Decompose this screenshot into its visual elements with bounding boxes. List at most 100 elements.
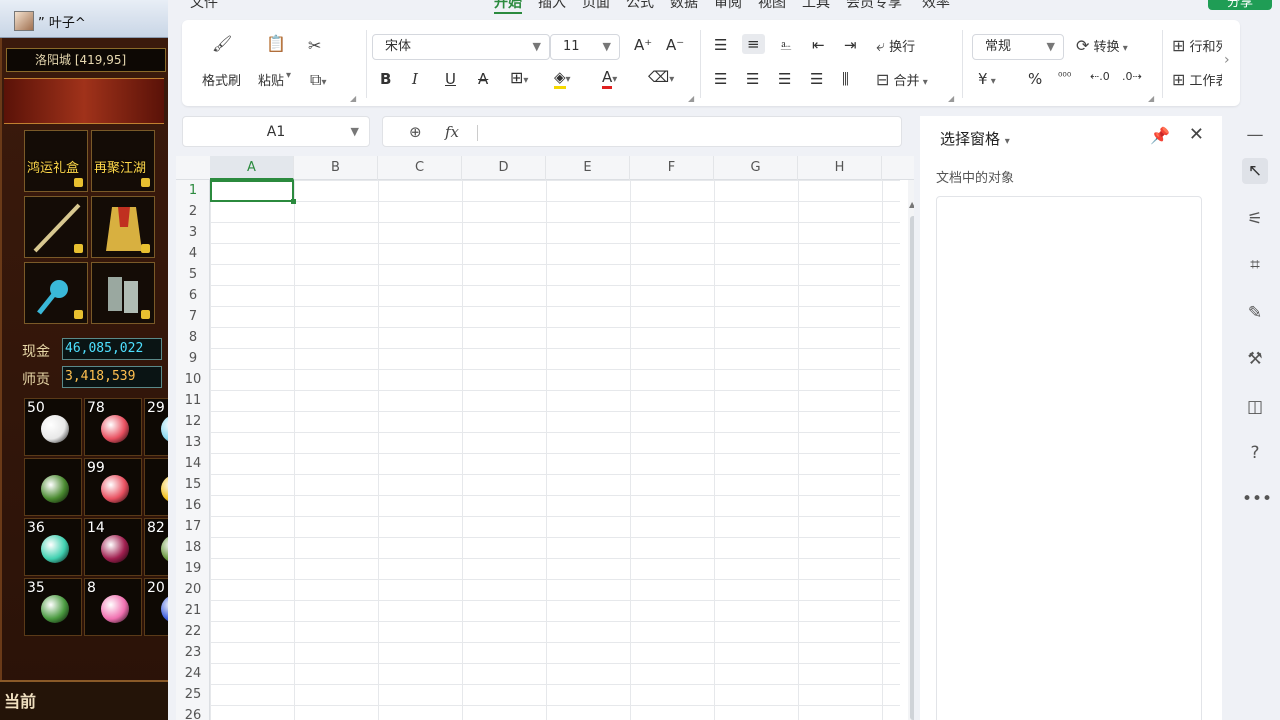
row-header-15[interactable]: 15 (176, 474, 210, 495)
number-format-select[interactable]: 常规 ▼ (972, 34, 1064, 60)
pointer-icon[interactable]: ↖ (1242, 158, 1268, 184)
inventory-slot[interactable] (144, 458, 168, 516)
inventory-slot[interactable]: 14 (84, 518, 142, 576)
equip-slot-boots[interactable] (91, 262, 155, 324)
increase-decimal-icon[interactable]: ⇠.0 (1090, 70, 1110, 83)
font-color-icon[interactable]: A▾ (602, 68, 617, 89)
row-header-23[interactable]: 23 (176, 642, 210, 663)
row-header-4[interactable]: 4 (176, 243, 210, 264)
column-header-d[interactable]: D (462, 156, 546, 180)
scroll-thumb[interactable] (910, 216, 914, 720)
menu-member[interactable]: 会员专享 (846, 0, 902, 12)
row-header-20[interactable]: 20 (176, 579, 210, 600)
row-header-19[interactable]: 19 (176, 558, 210, 579)
italic-icon[interactable]: I (412, 70, 418, 88)
inventory-slot[interactable]: 29 (144, 398, 168, 456)
font-size-select[interactable]: 11 ▼ (550, 34, 620, 60)
align-bottom-icon[interactable]: ⎁ (780, 36, 792, 54)
column-header-c[interactable]: C (378, 156, 462, 180)
align-middle-icon[interactable]: ≡ (742, 34, 765, 54)
row-header-14[interactable]: 14 (176, 453, 210, 474)
inventory-slot[interactable]: 50 (24, 398, 82, 456)
gift-box-slot-1[interactable]: 鸿运礼盒 (24, 130, 88, 192)
row-col-button[interactable]: ⊞ 行和列 (1172, 36, 1222, 55)
justify-icon[interactable]: ☰ (810, 70, 823, 88)
tools-icon[interactable]: ⚒ (1242, 346, 1268, 372)
game-titlebar[interactable]: ” 叶子^ (0, 0, 168, 38)
underline-icon[interactable]: U (445, 70, 456, 88)
row-header-2[interactable]: 2 (176, 201, 210, 222)
currency-button[interactable]: ¥ ▾ (978, 70, 996, 88)
close-icon[interactable]: ✕ (1189, 124, 1204, 145)
more-icon[interactable]: ••• (1242, 486, 1272, 512)
number-launcher-icon[interactable]: ◢ (1148, 94, 1154, 103)
row-header-5[interactable]: 5 (176, 264, 210, 285)
strikethrough-icon[interactable]: A (478, 70, 488, 88)
row-header-10[interactable]: 10 (176, 369, 210, 390)
row-header-9[interactable]: 9 (176, 348, 210, 369)
fill-handle[interactable] (291, 199, 296, 204)
column-header-f[interactable]: F (630, 156, 714, 180)
inventory-slot[interactable]: 99 (84, 458, 142, 516)
cut-icon[interactable]: ✂ (308, 36, 321, 55)
format-painter-label[interactable]: 格式刷 (202, 70, 241, 89)
gift-box-slot-2[interactable]: 再聚江湖 (91, 130, 155, 192)
menu-insert[interactable]: 插入 (538, 0, 566, 12)
paste-icon[interactable]: 📋 (266, 34, 286, 53)
row-header-11[interactable]: 11 (176, 390, 210, 411)
scroll-up-icon[interactable]: ▲ (909, 200, 914, 209)
paste-button[interactable]: 粘贴 (258, 70, 284, 89)
row-header-8[interactable]: 8 (176, 327, 210, 348)
menu-view[interactable]: 视图 (758, 0, 786, 12)
menu-tools[interactable]: 工具 (802, 0, 830, 12)
fx-icon[interactable]: fx (445, 123, 459, 141)
indent-decrease-icon[interactable]: ⇤ (812, 36, 825, 54)
decrease-decimal-icon[interactable]: .0⇢ (1122, 70, 1142, 83)
row-header-22[interactable]: 22 (176, 621, 210, 642)
inventory-slot[interactable]: 78 (84, 398, 142, 456)
increase-font-icon[interactable]: A⁺ (634, 36, 652, 54)
vertical-scrollbar[interactable]: ▲ (908, 180, 914, 720)
active-cell[interactable] (210, 180, 296, 204)
menu-page[interactable]: 页面 (582, 0, 610, 12)
style-icon[interactable]: ✎ (1242, 300, 1268, 326)
column-header-b[interactable]: B (294, 156, 378, 180)
formula-input[interactable]: ⊕ fx (382, 116, 902, 147)
column-header-a[interactable]: A (210, 156, 294, 180)
column-header-g[interactable]: G (714, 156, 798, 180)
column-header-e[interactable]: E (546, 156, 630, 180)
menu-data[interactable]: 数据 (670, 0, 698, 12)
menu-efficiency[interactable]: 效率 (922, 0, 950, 12)
format-painter-icon[interactable]: 🖌 (212, 34, 232, 53)
help-icon[interactable]: ? (1242, 440, 1268, 466)
equip-slot-sword[interactable] (24, 196, 88, 258)
indent-increase-icon[interactable]: ⇥ (844, 36, 857, 54)
menu-file[interactable]: 文件 (190, 0, 218, 12)
thousands-icon[interactable]: ⁰⁰⁰ (1058, 70, 1071, 83)
inventory-slot[interactable]: 8 (84, 578, 142, 636)
menu-formula[interactable]: 公式 (626, 0, 654, 12)
ribbon-scroll-right-icon[interactable]: › (1224, 52, 1230, 68)
eraser-icon[interactable]: ⌫▾ (648, 68, 674, 86)
align-right-icon[interactable]: ☰ (778, 70, 791, 88)
name-box[interactable]: A1 ▼ (182, 116, 370, 147)
wrap-text-button[interactable]: ⤶ 换行 (876, 36, 915, 56)
inventory-slot[interactable]: 20 (144, 578, 168, 636)
fill-color-icon[interactable]: ◈▾ (554, 68, 571, 89)
align-center-icon[interactable]: ☰ (746, 70, 759, 88)
bold-icon[interactable]: B (380, 70, 391, 88)
row-header-3[interactable]: 3 (176, 222, 210, 243)
font-name-select[interactable]: 宋体 ▼ (372, 34, 550, 60)
row-header-13[interactable]: 13 (176, 432, 210, 453)
menu-review[interactable]: 审阅 (714, 0, 742, 12)
align-top-icon[interactable]: ☰ (714, 36, 727, 54)
row-header-12[interactable]: 12 (176, 411, 210, 432)
pin-icon[interactable]: 📌 (1150, 126, 1170, 145)
align-left-icon[interactable]: ☰ (714, 70, 727, 88)
row-header-6[interactable]: 6 (176, 285, 210, 306)
search-icon[interactable]: ⊕ (409, 123, 422, 141)
row-header-1[interactable]: 1 (176, 180, 210, 201)
font-launcher-icon[interactable]: ◢ (688, 94, 694, 103)
worksheet-button[interactable]: ⊞ 工作表 (1172, 70, 1222, 89)
row-header-26[interactable]: 26 (176, 705, 210, 720)
